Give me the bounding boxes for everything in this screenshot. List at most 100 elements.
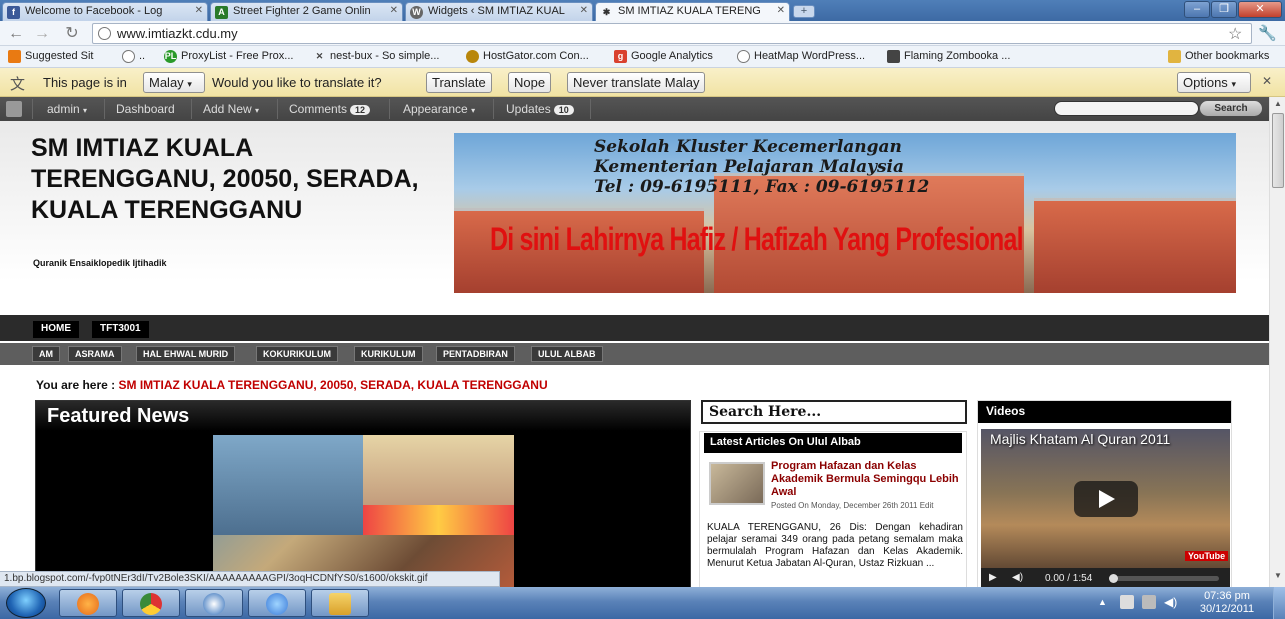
divider — [493, 99, 494, 119]
tab-label: Street Fighter 2 Game Onlin — [233, 5, 371, 17]
close-icon[interactable]: ✕ — [195, 5, 203, 16]
menu-home[interactable]: HOME — [33, 321, 79, 338]
never-translate-button[interactable]: Never translate Malay — [567, 72, 706, 93]
address-bar[interactable]: www.imtiazkt.cdu.my — [92, 23, 1252, 44]
bookmark-nestbux[interactable]: ✕ nest-bux - So simple... — [313, 50, 440, 62]
page-scrollbar[interactable]: ▲ ▼ — [1269, 97, 1285, 587]
bookmark-other[interactable]: Other bookmarks — [1168, 50, 1269, 63]
taskbar-firefox[interactable] — [59, 589, 117, 617]
article-thumbnail[interactable] — [709, 462, 765, 505]
banner-text: Sekolah Kluster Kecemerlangan Kementeria… — [594, 137, 929, 197]
menu-am[interactable]: AM — [32, 346, 60, 362]
progress-handle[interactable] — [1109, 574, 1118, 583]
menu-hal-ehwal-murid[interactable]: HAL EHWAL MURID — [136, 346, 236, 362]
menu-tft3001[interactable]: TFT3001 — [92, 321, 149, 338]
bookmark-label: .. — [139, 50, 146, 62]
play-icon[interactable]: ▶ — [989, 572, 997, 583]
bookmark-hostgator[interactable]: HostGator.com Con... — [466, 50, 589, 63]
taskbar-chrome[interactable] — [122, 589, 180, 617]
tab-sm-imtiaz[interactable]: ✱ SM IMTIAZ KUALA TERENG ✕ — [595, 2, 790, 21]
system-clock[interactable]: 07:36 pm 30/12/2011 — [1192, 590, 1262, 616]
reload-button[interactable]: ↻ — [62, 24, 82, 44]
admin-label: admin — [47, 102, 80, 116]
start-button[interactable] — [6, 588, 46, 618]
chevron-down-icon: ▾ — [255, 106, 260, 115]
close-icon[interactable]: ✕ — [1262, 74, 1272, 88]
taskbar-explorer[interactable] — [311, 589, 369, 617]
back-button[interactable]: ← — [6, 24, 26, 44]
close-icon[interactable]: ✕ — [580, 5, 588, 16]
minimize-button[interactable]: – — [1184, 1, 1210, 18]
forward-button[interactable]: → — [32, 24, 52, 44]
options-button[interactable]: Options ▾ — [1177, 72, 1251, 93]
translate-button[interactable]: Translate — [426, 72, 492, 93]
scroll-up-icon[interactable]: ▲ — [1272, 99, 1284, 111]
bookmark-star-icon[interactable]: ☆ — [1228, 24, 1242, 44]
close-icon[interactable]: ✕ — [777, 5, 785, 16]
language-value: Malay — [149, 75, 184, 90]
firefox-icon — [77, 593, 99, 615]
bookmark-heatmap[interactable]: HeatMap WordPress... — [737, 50, 866, 63]
updates-link[interactable]: Updates 10 — [506, 102, 574, 116]
video-title[interactable]: Majlis Khatam Al Quran 2011 — [990, 431, 1170, 447]
menu-ulul-albab[interactable]: ULUL ALBAB — [531, 346, 603, 362]
videos-heading: Videos — [978, 401, 1231, 423]
taskbar-paint[interactable] — [185, 589, 243, 617]
tab-facebook[interactable]: f Welcome to Facebook - Log ✕ — [2, 2, 208, 21]
tab-widgets[interactable]: W Widgets ‹ SM IMTIAZ KUAL ✕ — [405, 2, 593, 21]
play-icon[interactable] — [1074, 481, 1138, 517]
scroll-thumb[interactable] — [1272, 113, 1284, 188]
bookmark-suggested[interactable]: Suggested Sit — [8, 50, 94, 63]
volume-icon[interactable]: ◀) — [1012, 572, 1023, 583]
breadcrumb-current[interactable]: SM IMTIAZ KUALA TERENGGANU, 20050, SERAD… — [118, 378, 547, 392]
bookmark-label: HeatMap WordPress... — [754, 50, 866, 62]
bookmark-label: Flaming Zombooka ... — [904, 50, 1011, 62]
network-icon[interactable] — [1142, 595, 1156, 609]
status-bubble: 1.bp.blogspot.com/-fvp0tNEr3dI/Tv2Bole3S… — [0, 571, 500, 587]
admin-search-input[interactable] — [1054, 101, 1199, 116]
sidebar-search-input[interactable]: Search Here... — [701, 400, 967, 424]
bookmark-zombooka[interactable]: Flaming Zombooka ... — [887, 50, 1011, 63]
dashboard-link[interactable]: Dashboard — [116, 102, 175, 116]
admin-search-button[interactable]: Search — [1200, 101, 1262, 116]
menu-pentadbiran[interactable]: PENTADBIRAN — [436, 346, 515, 362]
tab-label: SM IMTIAZ KUALA TERENG — [618, 5, 761, 17]
appearance-menu[interactable]: Appearance ▾ — [403, 102, 475, 116]
bookmark-label: Suggested Sit — [25, 50, 94, 62]
featured-image[interactable] — [213, 435, 514, 587]
menu-kokurikulum[interactable]: KOKURIKULUM — [256, 346, 338, 362]
comments-link[interactable]: Comments 12 — [289, 102, 371, 116]
language-select[interactable]: Malay ▾ — [143, 72, 205, 93]
action-center-icon[interactable] — [1120, 595, 1134, 609]
game-icon — [887, 50, 900, 63]
progress-bar[interactable] — [1109, 576, 1219, 581]
show-desktop-button[interactable] — [1273, 587, 1285, 619]
add-new-menu[interactable]: Add New ▾ — [203, 102, 259, 116]
close-window-button[interactable]: ✕ — [1238, 1, 1282, 18]
school-building — [1034, 198, 1236, 293]
hostgator-icon — [466, 50, 479, 63]
game-icon: A — [215, 6, 228, 19]
bookmark-analytics[interactable]: g Google Analytics — [614, 50, 713, 63]
admin-menu[interactable]: admin ▾ — [47, 102, 87, 116]
video-player[interactable]: Majlis Khatam Al Quran 2011 YouTube ▶ ◀)… — [981, 429, 1230, 587]
bookmark-proxylist[interactable]: PL ProxyList - Free Prox... — [164, 50, 293, 63]
bookmark-dotdot[interactable]: .. — [122, 50, 146, 63]
article-title[interactable]: Program Hafazan dan Kelas Akademik Bermu… — [771, 460, 961, 499]
volume-icon[interactable]: ◀) — [1164, 595, 1177, 609]
nope-button[interactable]: Nope — [508, 72, 552, 93]
tab-street-fighter[interactable]: A Street Fighter 2 Game Onlin ✕ — [210, 2, 403, 21]
wrench-icon[interactable]: 🔧 — [1258, 24, 1277, 42]
menu-kurikulum[interactable]: KURIKULUM — [354, 346, 423, 362]
close-icon[interactable]: ✕ — [390, 5, 398, 16]
scroll-down-icon[interactable]: ▼ — [1272, 571, 1284, 583]
add-new-label: Add New — [203, 102, 252, 116]
site-title[interactable]: SM IMTIAZ KUALA TERENGGANU, 20050, SERAD… — [31, 133, 431, 226]
new-tab-button[interactable]: + — [793, 5, 815, 18]
taskbar-ie[interactable] — [248, 589, 306, 617]
show-hidden-icons[interactable]: ▲ — [1098, 597, 1107, 607]
menu-asrama[interactable]: ASRAMA — [68, 346, 122, 362]
comments-label: Comments — [289, 102, 348, 116]
article-edit-link[interactable]: Edit — [920, 501, 934, 510]
maximize-button[interactable]: ❐ — [1211, 1, 1237, 18]
